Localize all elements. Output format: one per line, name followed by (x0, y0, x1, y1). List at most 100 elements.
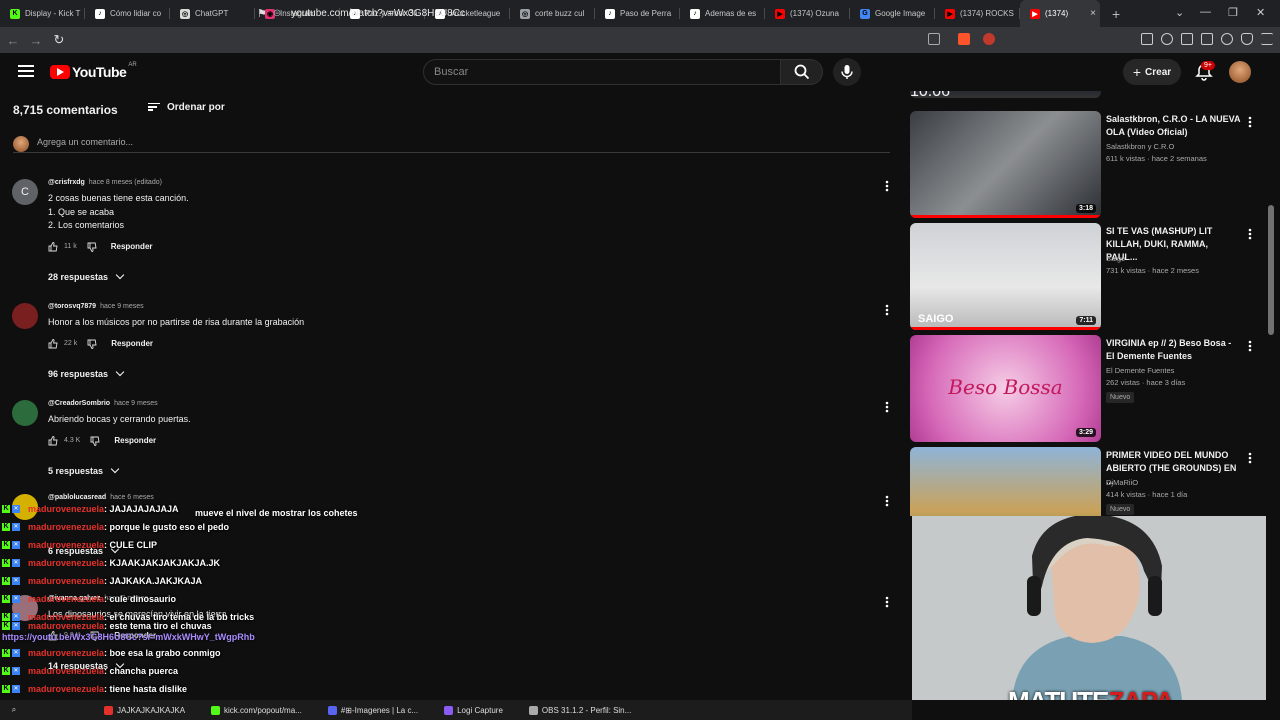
leo-icon[interactable] (1221, 33, 1233, 45)
taskbar-item[interactable]: JAJKAJKAJKAJKA (98, 700, 191, 720)
commenter-avatar[interactable]: C (12, 179, 38, 205)
sort-by-button[interactable]: Ordenar por (148, 102, 225, 113)
chat-username[interactable]: madurovenezuela (28, 540, 104, 550)
chat-username[interactable]: madurovenezuela (28, 666, 104, 676)
reply-button[interactable]: Responder (111, 339, 153, 348)
dislike-icon[interactable] (87, 242, 97, 252)
more-options-icon[interactable] (1248, 227, 1252, 240)
chat-username[interactable]: madurovenezuela (28, 558, 104, 568)
video-title[interactable]: VIRGINIA ep // 2) Beso Bosa - El Demente… (1106, 337, 1241, 363)
reply-button[interactable]: Responder (111, 242, 153, 251)
video-thumbnail[interactable]: SAIGO 7:11 (910, 223, 1101, 330)
chat-username[interactable]: madurovenezuela (28, 522, 104, 532)
install-icon[interactable] (928, 33, 940, 45)
taskbar-search-icon[interactable]: ⌕ (0, 700, 28, 720)
reply-button[interactable]: Responder (114, 436, 156, 445)
taskbar-item[interactable]: OBS 31.1.2 - Perfil: Sin... (523, 700, 637, 720)
brave-shield-icon[interactable] (958, 33, 970, 45)
channel-name[interactable]: DjMaRiiO (1106, 478, 1138, 487)
voice-search-button[interactable] (833, 58, 861, 86)
tab-search-icon[interactable]: ⌄ (1175, 6, 1184, 19)
more-options-icon[interactable] (1248, 339, 1252, 352)
search-input[interactable]: Buscar (423, 59, 781, 85)
comment-username[interactable]: @crisfrxdg (48, 179, 85, 186)
active-browser-tab[interactable]: ▶ (1374) × (1020, 0, 1100, 27)
chat-username[interactable]: madurovenezuela (28, 504, 104, 514)
more-options-icon[interactable] (885, 303, 889, 316)
more-options-icon[interactable] (885, 179, 889, 192)
video-thumbnail[interactable]: 3:18 (910, 111, 1101, 218)
maximize-icon[interactable]: ❐ (1228, 6, 1238, 19)
vpn-icon[interactable] (1241, 33, 1253, 45)
replies-toggle[interactable]: 5 respuestas (48, 464, 120, 476)
like-icon[interactable] (48, 338, 58, 349)
browser-tab[interactable]: ◎ ChatGPT (170, 0, 255, 27)
more-options-icon[interactable] (1248, 115, 1252, 128)
video-thumbnail[interactable]: Beso Bossa 3:29 (910, 335, 1101, 442)
chat-username[interactable]: madurovenezuela (28, 648, 104, 658)
chat-username[interactable]: madurovenezuela (28, 594, 104, 604)
commenter-avatar[interactable] (12, 400, 38, 426)
like-icon[interactable] (48, 435, 58, 446)
more-options-icon[interactable] (1248, 451, 1252, 464)
page-scrollbar[interactable] (1268, 205, 1274, 335)
dislike-icon[interactable] (87, 339, 97, 349)
back-icon[interactable]: ← (3, 33, 23, 48)
replies-toggle[interactable]: 28 respuestas (48, 270, 125, 282)
comment-username[interactable]: @torosvq7879 (48, 303, 96, 310)
commenter-avatar[interactable] (12, 303, 38, 329)
forward-icon[interactable]: → (26, 33, 46, 48)
search-button[interactable] (781, 59, 823, 85)
close-tab-icon[interactable]: × (1090, 8, 1096, 19)
taskbar-item[interactable]: kick.com/popout/ma... (205, 700, 308, 720)
chat-link[interactable]: https://youtu.be/Wx3G8H6U8Cc?si=mWxkWHwY… (2, 632, 255, 642)
create-button[interactable]: + Crear (1123, 59, 1181, 85)
hamburger-menu-icon[interactable] (18, 65, 34, 77)
site-info-icon[interactable]: ⊜ (273, 8, 281, 19)
chat-username[interactable]: madurovenezuela (28, 684, 104, 694)
taskbar-app-icon (211, 705, 221, 715)
recommended-video[interactable]: SAIGO 7:11 SI TE VAS (MASHUP) LIT KILLAH, … (910, 223, 1265, 331)
close-window-icon[interactable]: ✕ (1256, 6, 1265, 19)
account-avatar[interactable] (1229, 61, 1251, 83)
channel-name[interactable]: Saigo (1106, 254, 1125, 263)
media-icon[interactable] (1161, 33, 1173, 45)
more-options-icon[interactable] (885, 595, 889, 608)
video-thumbnail[interactable] (910, 447, 1101, 516)
comment-time: hace 8 meses (editado) (88, 179, 162, 186)
wallet-icon[interactable] (1201, 33, 1213, 45)
taskbar-item[interactable]: Logi Capture (438, 700, 509, 720)
bookmark-icon[interactable]: ⚑ (257, 7, 267, 20)
menu-icon[interactable] (1261, 33, 1273, 45)
taskbar-item[interactable]: #⊞-Imagenes | La c... (322, 700, 424, 720)
video-title[interactable]: Salastkbron, C.R.O - LA NUEVA OLA (Video… (1106, 113, 1241, 139)
view-count: 414 k vistas · hace 1 día (1106, 490, 1188, 499)
like-icon[interactable] (48, 241, 58, 252)
chat-username[interactable]: madurovenezuela (28, 576, 104, 586)
add-comment-field[interactable]: Agrega un comentario... (13, 135, 890, 153)
channel-name[interactable]: El Demente Fuentes (1106, 366, 1174, 375)
browser-tab[interactable]: ♪ Cómo lidiar co (85, 0, 170, 27)
video-title[interactable]: SI TE VAS (MASHUP) LIT KILLAH, DUKI, RAM… (1106, 225, 1241, 264)
channel-name[interactable]: Salastkbron y C.R.O (1106, 142, 1174, 151)
recommended-video[interactable]: PRIMER VIDEO DEL MUNDO ABIERTO (THE GROU… (910, 447, 1265, 516)
dislike-icon[interactable] (90, 436, 100, 446)
video-thumbnail[interactable]: 10:06 (910, 91, 1101, 100)
extensions-icon[interactable] (1141, 33, 1153, 45)
comment-username[interactable]: @CreadorSombrio (48, 400, 110, 407)
browser-tab[interactable]: K Display - Kick T (0, 0, 85, 27)
recommended-video[interactable]: 3:18 Salastkbron, C.R.O - LA NUEVA OLA (V… (910, 111, 1265, 219)
replies-toggle[interactable]: 96 respuestas (48, 367, 125, 379)
new-tab-button[interactable]: + (1112, 6, 1132, 22)
reload-icon[interactable]: ↻ (49, 32, 69, 48)
comment-username[interactable]: @pablolucasread (48, 494, 106, 501)
youtube-logo[interactable]: YouTube AR (50, 62, 137, 80)
minimize-icon[interactable]: — (1200, 6, 1211, 18)
url-field[interactable]: ⚑ ⊜ youtube.com/watch?v=Wx3G8H6U8Cc (255, 3, 1005, 23)
rewards-icon[interactable] (983, 33, 995, 45)
more-options-icon[interactable] (885, 400, 889, 413)
sidebar-icon[interactable] (1181, 33, 1193, 45)
more-options-icon[interactable] (885, 494, 889, 507)
chat-username[interactable]: madurovenezuela (28, 621, 104, 631)
recommended-video[interactable]: Beso Bossa 3:29 VIRGINIA ep // 2) Beso Bos… (910, 335, 1265, 443)
